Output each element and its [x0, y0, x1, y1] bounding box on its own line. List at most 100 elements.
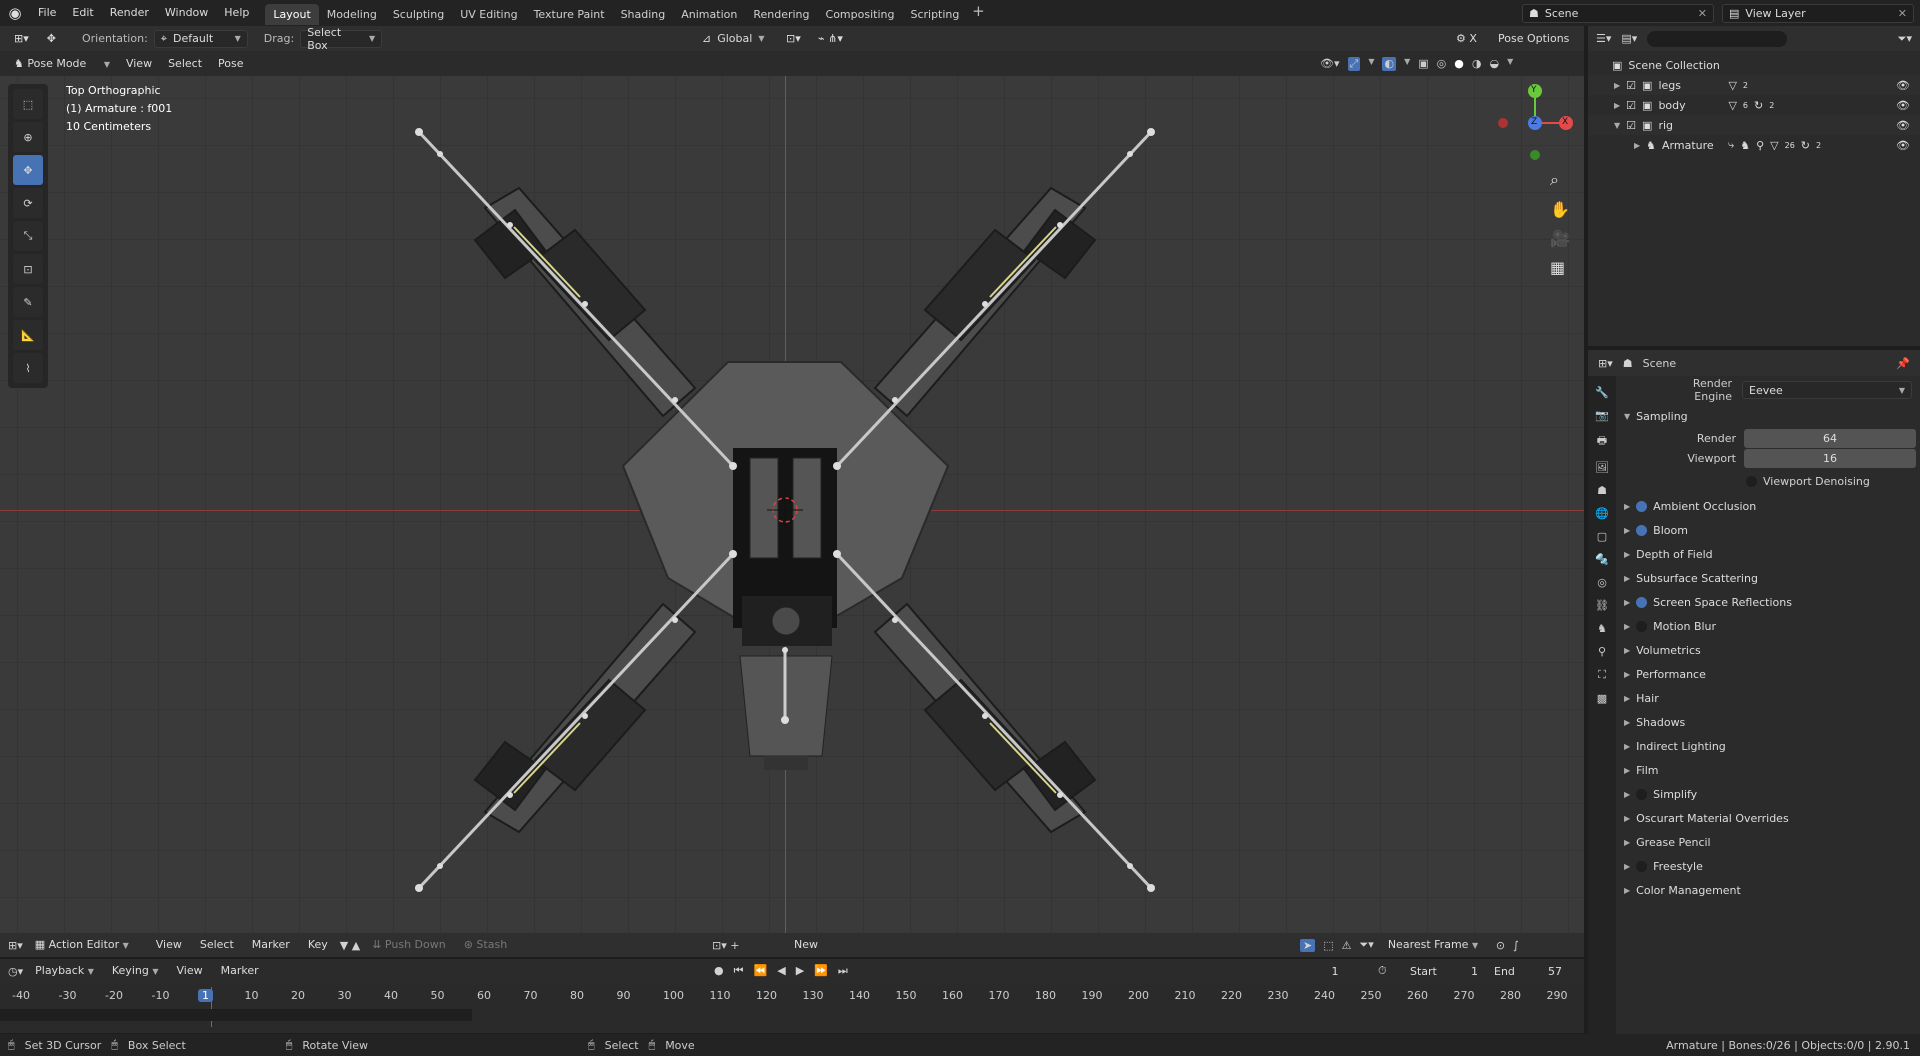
- tool-tab-icon[interactable]: 🔧: [1595, 386, 1609, 399]
- keying-menu[interactable]: Keying ▼: [106, 962, 165, 980]
- outliner-row-body[interactable]: ▶ ☑ ▣ body ▽ 6 ↻ 2 👁: [1588, 95, 1920, 115]
- overlay-icon[interactable]: ◐: [1382, 56, 1397, 71]
- section-sampling[interactable]: ▼ Sampling: [1616, 404, 1920, 428]
- perspective-grid-icon[interactable]: ▦: [1550, 258, 1570, 277]
- new-action-button[interactable]: New: [788, 936, 824, 954]
- action-editor-mode-dropdown[interactable]: ▦ Action Editor ▼: [29, 936, 144, 954]
- tab-modeling[interactable]: Modeling: [319, 4, 385, 25]
- hidden-icon[interactable]: ⬚: [1323, 939, 1333, 952]
- tab-scripting[interactable]: Scripting: [902, 4, 967, 25]
- menu-pose[interactable]: Pose: [212, 55, 249, 73]
- viewport-samples-field[interactable]: 16: [1744, 448, 1916, 468]
- checkbox-icon[interactable]: ☑: [1626, 79, 1636, 92]
- checkbox-icon[interactable]: [1746, 475, 1757, 487]
- add-workspace-icon[interactable]: +: [967, 2, 989, 25]
- measure-tool-icon[interactable]: 📐: [13, 320, 43, 350]
- zoom-icon[interactable]: ⌕: [1550, 170, 1570, 190]
- transform-tool-icon[interactable]: ⊡: [13, 254, 43, 284]
- bone-tool-icon[interactable]: ⌇: [13, 353, 43, 383]
- gizmo-toggle-icon[interactable]: ⚙ X: [1450, 30, 1483, 48]
- texture-tab-icon[interactable]: ▩: [1597, 692, 1607, 705]
- tab-texture-paint[interactable]: Texture Paint: [526, 4, 613, 25]
- jump-end-icon[interactable]: ⏭: [838, 964, 848, 978]
- collapse-icon[interactable]: ▼: [1614, 121, 1620, 130]
- tab-rendering[interactable]: Rendering: [745, 4, 817, 25]
- solid-shading-icon[interactable]: ●: [1454, 57, 1464, 71]
- tab-compositing[interactable]: Compositing: [818, 4, 903, 25]
- checkbox-icon[interactable]: ☑: [1626, 119, 1636, 132]
- menu-view[interactable]: View: [120, 55, 158, 73]
- push-down-button[interactable]: ⇊ Push Down: [366, 936, 452, 954]
- filter-icon[interactable]: ⏷▾: [1898, 32, 1912, 46]
- outliner-editor-icon[interactable]: ☰▾: [1596, 32, 1611, 45]
- section-ambient-occlusion[interactable]: ▶ Ambient Occlusion: [1616, 494, 1920, 518]
- tab-shading[interactable]: Shading: [613, 4, 674, 25]
- visibility-icon[interactable]: 👁▾: [1320, 57, 1340, 71]
- checkbox-icon[interactable]: ☑: [1626, 99, 1636, 112]
- section-performance[interactable]: ▶ Performance: [1616, 662, 1920, 686]
- proportional-icon[interactable]: ⊙: [1496, 939, 1505, 952]
- chevron-down-icon[interactable]: ▼: [1507, 57, 1513, 71]
- tab-layout[interactable]: Layout: [265, 3, 319, 25]
- move-tool-icon[interactable]: ✥: [13, 155, 43, 185]
- filter-icon[interactable]: ⏷▾: [1360, 938, 1374, 952]
- section-depth-of-field[interactable]: ▶ Depth of Field: [1616, 542, 1920, 566]
- next-keyframe-icon[interactable]: ⏩: [814, 964, 828, 978]
- outliner-row-armature[interactable]: ▶ ♞ Armature ⤷ ♞ ⚲ ▽ 26 ↻ 2 👁: [1588, 135, 1920, 155]
- menu-help[interactable]: Help: [216, 0, 257, 26]
- eye-icon[interactable]: 👁: [1896, 119, 1910, 132]
- editor-type-icon[interactable]: ⊞▾: [8, 30, 35, 48]
- cursor-tool-icon[interactable]: ⊕: [13, 122, 43, 152]
- armature-data-tab-icon[interactable]: ♞: [1597, 622, 1607, 635]
- falloff-icon[interactable]: ∫: [1513, 939, 1519, 952]
- snap-icon[interactable]: ⌁ ⋔▾: [812, 30, 849, 48]
- section-film[interactable]: ▶ Film: [1616, 758, 1920, 782]
- menu-marker[interactable]: Marker: [246, 936, 296, 954]
- action-browse-icon[interactable]: ⊡▾ +: [712, 939, 739, 952]
- outliner-row-legs[interactable]: ▶ ☑ ▣ legs ▽ 2 👁: [1588, 75, 1920, 95]
- errors-icon[interactable]: ⚠: [1342, 939, 1352, 952]
- outliner-row-rig[interactable]: ▼ ☑ ▣ rig 👁: [1588, 115, 1920, 135]
- annotate-tool-icon[interactable]: ✎: [13, 287, 43, 317]
- close-icon[interactable]: ✕: [1898, 7, 1907, 20]
- constraint-tab-icon[interactable]: ⛓: [1595, 599, 1609, 612]
- pivot-icon[interactable]: ⊡▾: [780, 30, 807, 48]
- menu-key[interactable]: Key: [302, 936, 334, 954]
- material-shading-icon[interactable]: ◑: [1472, 57, 1482, 71]
- end-frame-field[interactable]: End 57: [1488, 962, 1568, 981]
- dopesheet-editor-icon[interactable]: ⊞▾: [8, 939, 23, 952]
- scale-tool-icon[interactable]: ⤡: [13, 221, 43, 251]
- pose-mode-dropdown[interactable]: ♞ Pose Mode ▼: [8, 55, 116, 73]
- section-volumetrics[interactable]: ▶ Volumetrics: [1616, 638, 1920, 662]
- section-simplify[interactable]: ▶ Simplify: [1616, 782, 1920, 806]
- render-engine-dropdown[interactable]: Eevee ▼: [1742, 381, 1912, 399]
- wireframe-shading-icon[interactable]: ◎: [1437, 57, 1447, 71]
- section-screen-space-reflections[interactable]: ▶ Screen Space Reflections: [1616, 590, 1920, 614]
- display-mode-icon[interactable]: ▤▾: [1621, 32, 1637, 45]
- navigation-gizmo[interactable]: Y X Z: [1494, 82, 1576, 164]
- section-color-management[interactable]: ▶ Color Management: [1616, 878, 1920, 902]
- start-frame-field[interactable]: Start 1: [1404, 962, 1484, 981]
- jump-start-icon[interactable]: ⏮: [734, 964, 744, 978]
- menu-view[interactable]: View: [150, 936, 188, 954]
- properties-editor-icon[interactable]: ⊞▾: [1598, 357, 1613, 370]
- menu-select[interactable]: Select: [194, 936, 240, 954]
- camera-icon[interactable]: 🎥: [1550, 229, 1570, 248]
- viewport-denoising-checkbox[interactable]: Viewport Denoising: [1616, 468, 1920, 494]
- expand-icon[interactable]: ▶: [1614, 101, 1620, 110]
- modifier-tab-icon[interactable]: 🔩: [1595, 553, 1609, 566]
- enable-checkbox-icon[interactable]: [1636, 524, 1648, 536]
- drag-dropdown[interactable]: Select Box ▼: [300, 26, 383, 52]
- timeline-editor-icon[interactable]: ◷▾: [8, 965, 23, 978]
- section-bloom[interactable]: ▶ Bloom: [1616, 518, 1920, 542]
- eye-icon[interactable]: 👁: [1896, 79, 1910, 92]
- section-hair[interactable]: ▶ Hair: [1616, 686, 1920, 710]
- bone-constraint-tab-icon[interactable]: ⛶: [1598, 668, 1606, 682]
- enable-checkbox-icon[interactable]: [1636, 620, 1648, 632]
- move-tool-icon[interactable]: ✥: [41, 30, 62, 48]
- section-freestyle[interactable]: ▶ Freestyle: [1616, 854, 1920, 878]
- eye-icon[interactable]: 👁: [1896, 99, 1910, 112]
- bone-tab-icon[interactable]: ⚲: [1598, 645, 1606, 658]
- menu-view[interactable]: View: [170, 962, 208, 980]
- pin-icon[interactable]: 📌: [1896, 357, 1910, 370]
